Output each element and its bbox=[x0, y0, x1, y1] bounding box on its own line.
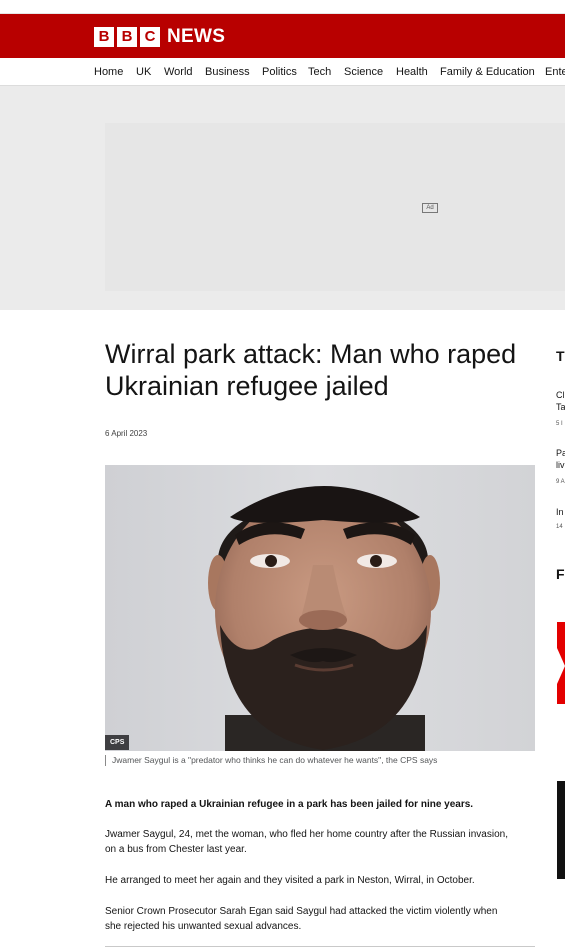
sidebar-section-title: T bbox=[556, 348, 565, 364]
logo-letter-b1: B bbox=[94, 27, 114, 47]
nav-item-tech[interactable]: Tech bbox=[308, 66, 331, 78]
article-paragraph: He arranged to meet her again and they v… bbox=[105, 875, 475, 886]
ad-slot[interactable] bbox=[105, 123, 565, 291]
sidebar-story-1-date: 5 I bbox=[556, 421, 563, 427]
masthead-bar bbox=[0, 14, 565, 58]
mugshot-illustration bbox=[105, 465, 535, 751]
sidebar-promo-black-tile[interactable] bbox=[557, 781, 565, 879]
sidebar-story-2[interactable]: Pa liv bbox=[556, 447, 565, 471]
sidebar-story-1-line1: Cl bbox=[556, 390, 565, 400]
sidebar-story-2-line2: liv bbox=[556, 460, 565, 470]
nav-item-business[interactable]: Business bbox=[205, 66, 250, 78]
sidebar-story-1[interactable]: Cl Ta bbox=[556, 389, 565, 413]
sidebar-promo-play-shape bbox=[557, 648, 565, 684]
sidebar-story-3-line1: In bbox=[556, 507, 564, 517]
sidebar-story-3-date: 14 bbox=[556, 524, 563, 530]
nav-item-world[interactable]: World bbox=[164, 66, 193, 78]
sidebar-story-2-line1: Pa bbox=[556, 448, 565, 458]
nav-item-science[interactable]: Science bbox=[344, 66, 383, 78]
article-date: 6 April 2023 bbox=[105, 429, 148, 438]
sidebar-story-3[interactable]: In bbox=[556, 506, 564, 518]
image-credit-badge: CPS bbox=[105, 735, 130, 750]
nav-item-entertainment[interactable]: Ente bbox=[545, 66, 565, 78]
article-paragraph: Jwamer Saygul, 24, met the woman, who fl… bbox=[105, 829, 508, 855]
article-photo bbox=[105, 465, 535, 751]
nav-item-politics[interactable]: Politics bbox=[262, 66, 297, 78]
logo-letter-c: C bbox=[140, 27, 160, 47]
article-summary: A man who raped a Ukrainian refugee in a… bbox=[105, 799, 474, 810]
article-paragraph: Senior Crown Prosecutor Sarah Egan said … bbox=[105, 906, 498, 932]
bbc-news-logo[interactable]: B B C NEWS bbox=[94, 27, 225, 47]
sidebar-story-1-line2: Ta bbox=[556, 402, 565, 412]
logo-letter-b2: B bbox=[117, 27, 137, 47]
nav-item-uk[interactable]: UK bbox=[136, 66, 151, 78]
sidebar-story-2-date: 9 A bbox=[556, 479, 565, 485]
nav-item-family-education[interactable]: Family & Education bbox=[440, 66, 535, 78]
image-caption: Jwamer Saygul is a "predator who thinks … bbox=[105, 755, 465, 766]
sidebar-section-title-2: F bbox=[556, 566, 565, 582]
article-headline: Wirral park attack: Man who raped Ukrain… bbox=[105, 339, 517, 401]
browser-top-strip bbox=[0, 0, 565, 14]
content-divider bbox=[105, 946, 535, 947]
nav-item-home[interactable]: Home bbox=[94, 66, 123, 78]
logo-news-text: NEWS bbox=[167, 26, 226, 47]
main-navigation: Home UK World Business Politics Tech Sci… bbox=[0, 58, 565, 86]
ad-label: Ad bbox=[422, 203, 438, 213]
nav-item-health[interactable]: Health bbox=[396, 66, 428, 78]
